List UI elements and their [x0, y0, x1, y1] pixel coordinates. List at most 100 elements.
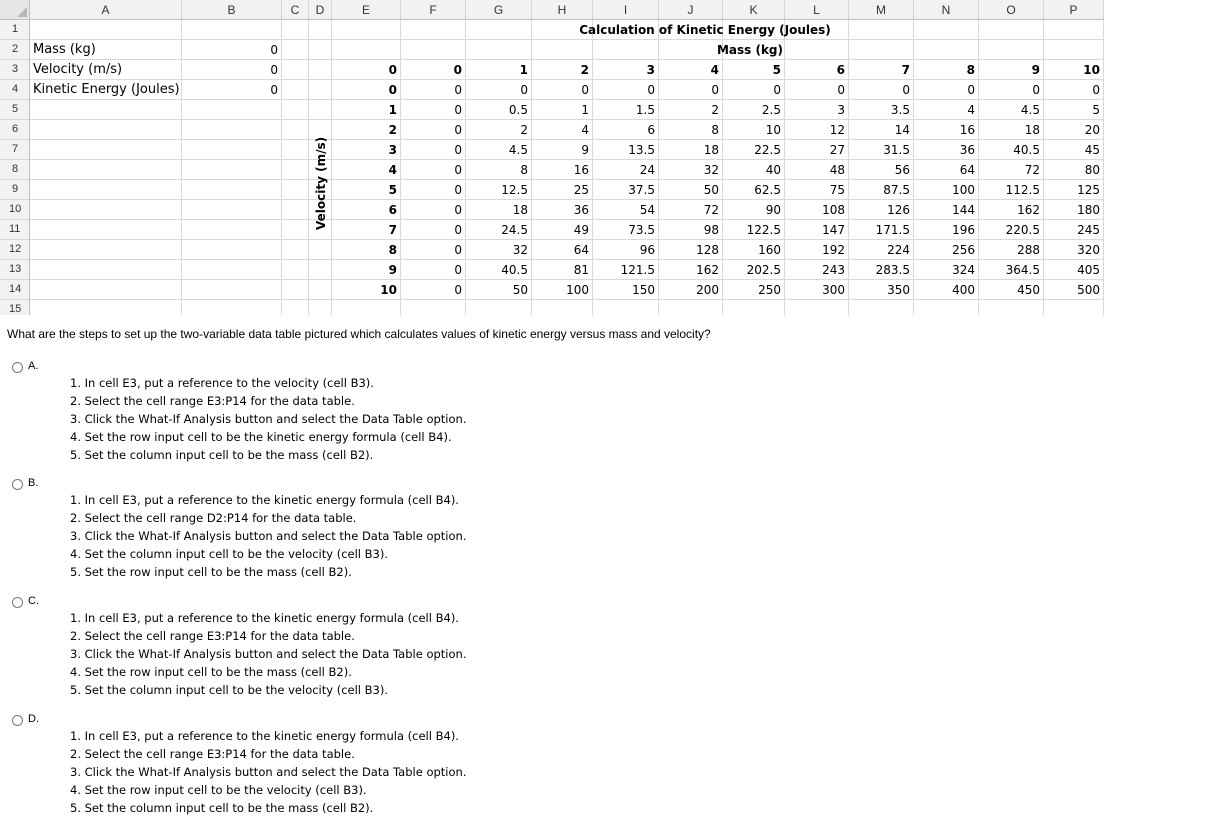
kinetic-energy-cell[interactable]: 288: [979, 240, 1044, 260]
kinetic-energy-cell[interactable]: 0: [401, 200, 466, 220]
mass-header-cell[interactable]: 1: [466, 60, 532, 80]
kinetic-energy-cell[interactable]: 202.5: [723, 260, 785, 280]
kinetic-energy-cell[interactable]: 4.5: [979, 100, 1044, 120]
kinetic-energy-cell[interactable]: 300: [785, 280, 849, 300]
kinetic-energy-cell[interactable]: 1: [532, 100, 593, 120]
kinetic-energy-cell[interactable]: 250: [723, 280, 785, 300]
kinetic-energy-cell[interactable]: 160: [723, 240, 785, 260]
kinetic-energy-cell[interactable]: 0: [401, 180, 466, 200]
kinetic-energy-cell[interactable]: 200: [659, 280, 723, 300]
kinetic-energy-cell[interactable]: 192: [785, 240, 849, 260]
mass-header-cell[interactable]: 9: [979, 60, 1044, 80]
kinetic-energy-cell[interactable]: 13.5: [593, 140, 659, 160]
kinetic-energy-cell[interactable]: 450: [979, 280, 1044, 300]
kinetic-energy-cell[interactable]: 31.5: [849, 140, 914, 160]
kinetic-energy-cell[interactable]: 5: [1044, 100, 1104, 120]
kinetic-energy-cell[interactable]: 32: [466, 240, 532, 260]
kinetic-energy-cell[interactable]: 108: [785, 200, 849, 220]
velocity-value-cell[interactable]: 0: [332, 80, 401, 100]
kinetic-energy-cell[interactable]: 112.5: [979, 180, 1044, 200]
kinetic-energy-cell[interactable]: 48: [785, 160, 849, 180]
kinetic-energy-cell[interactable]: 8: [466, 160, 532, 180]
kinetic-energy-cell[interactable]: 0: [849, 80, 914, 100]
velocity-value-cell[interactable]: 5: [332, 180, 401, 200]
kinetic-energy-cell[interactable]: 40: [723, 160, 785, 180]
mass-header-cell[interactable]: 4: [659, 60, 723, 80]
kinetic-energy-cell[interactable]: 0: [401, 100, 466, 120]
kinetic-energy-cell[interactable]: 0: [785, 80, 849, 100]
kinetic-energy-cell[interactable]: 0: [466, 80, 532, 100]
kinetic-energy-cell[interactable]: 50: [466, 280, 532, 300]
kinetic-energy-cell[interactable]: 75: [785, 180, 849, 200]
kinetic-energy-cell[interactable]: 3.5: [849, 100, 914, 120]
mass-header-cell[interactable]: 6: [785, 60, 849, 80]
kinetic-energy-cell[interactable]: 128: [659, 240, 723, 260]
kinetic-energy-cell[interactable]: 220.5: [979, 220, 1044, 240]
kinetic-energy-cell[interactable]: 320: [1044, 240, 1104, 260]
mass-header-cell[interactable]: 3: [593, 60, 659, 80]
kinetic-energy-cell[interactable]: 122.5: [723, 220, 785, 240]
velocity-value-cell[interactable]: 2: [332, 120, 401, 140]
kinetic-energy-cell[interactable]: 3: [785, 100, 849, 120]
mass-header-cell[interactable]: 7: [849, 60, 914, 80]
kinetic-energy-cell[interactable]: 0: [914, 80, 979, 100]
kinetic-energy-cell[interactable]: 22.5: [723, 140, 785, 160]
kinetic-energy-cell[interactable]: 12.5: [466, 180, 532, 200]
kinetic-energy-cell[interactable]: 49: [532, 220, 593, 240]
label-mass[interactable]: Mass (kg): [30, 40, 182, 60]
mass-header-cell[interactable]: 10: [1044, 60, 1104, 80]
kinetic-energy-cell[interactable]: 54: [593, 200, 659, 220]
label-velocity[interactable]: Velocity (m/s): [30, 60, 182, 80]
kinetic-energy-cell[interactable]: 196: [914, 220, 979, 240]
label-kinetic-energy[interactable]: Kinetic Energy (Joules): [30, 80, 182, 100]
mass-header-cell[interactable]: 2: [532, 60, 593, 80]
kinetic-energy-cell[interactable]: 0: [401, 160, 466, 180]
kinetic-energy-cell[interactable]: 64: [914, 160, 979, 180]
kinetic-energy-cell[interactable]: 98: [659, 220, 723, 240]
kinetic-energy-cell[interactable]: 27: [785, 140, 849, 160]
kinetic-energy-cell[interactable]: 81: [532, 260, 593, 280]
kinetic-energy-cell[interactable]: 40.5: [979, 140, 1044, 160]
velocity-value-cell[interactable]: 1: [332, 100, 401, 120]
input-kinetic-cell[interactable]: 0: [182, 80, 282, 100]
kinetic-energy-cell[interactable]: 2: [466, 120, 532, 140]
kinetic-energy-cell[interactable]: 10: [723, 120, 785, 140]
mass-header-cell[interactable]: 0: [401, 60, 466, 80]
kinetic-energy-cell[interactable]: 72: [979, 160, 1044, 180]
mass-header-cell[interactable]: 8: [914, 60, 979, 80]
radio-button[interactable]: [12, 715, 23, 726]
kinetic-energy-cell[interactable]: 0: [659, 80, 723, 100]
kinetic-energy-cell[interactable]: 2.5: [723, 100, 785, 120]
kinetic-energy-cell[interactable]: 4: [532, 120, 593, 140]
kinetic-energy-cell[interactable]: 162: [659, 260, 723, 280]
kinetic-energy-cell[interactable]: 144: [914, 200, 979, 220]
kinetic-energy-cell[interactable]: 150: [593, 280, 659, 300]
kinetic-energy-cell[interactable]: 9: [532, 140, 593, 160]
kinetic-energy-cell[interactable]: 45: [1044, 140, 1104, 160]
velocity-value-cell[interactable]: 7: [332, 220, 401, 240]
kinetic-energy-cell[interactable]: 180: [1044, 200, 1104, 220]
kinetic-energy-cell[interactable]: 324: [914, 260, 979, 280]
kinetic-energy-cell[interactable]: 16: [914, 120, 979, 140]
kinetic-energy-cell[interactable]: 64: [532, 240, 593, 260]
kinetic-energy-cell[interactable]: 0: [401, 140, 466, 160]
input-mass-cell[interactable]: 0: [182, 40, 282, 60]
kinetic-energy-cell[interactable]: 500: [1044, 280, 1104, 300]
kinetic-energy-cell[interactable]: 2: [659, 100, 723, 120]
kinetic-energy-cell[interactable]: 24: [593, 160, 659, 180]
kinetic-energy-cell[interactable]: 62.5: [723, 180, 785, 200]
kinetic-energy-cell[interactable]: 18: [979, 120, 1044, 140]
kinetic-energy-cell[interactable]: 0: [401, 240, 466, 260]
mass-axis-label[interactable]: Mass (kg): [690, 40, 810, 60]
kinetic-energy-cell[interactable]: 224: [849, 240, 914, 260]
kinetic-energy-cell[interactable]: 0: [532, 80, 593, 100]
radio-button[interactable]: [12, 479, 23, 490]
mass-header-cell[interactable]: 0: [332, 60, 401, 80]
kinetic-energy-cell[interactable]: 125: [1044, 180, 1104, 200]
kinetic-energy-cell[interactable]: 0: [593, 80, 659, 100]
kinetic-energy-cell[interactable]: 245: [1044, 220, 1104, 240]
kinetic-energy-cell[interactable]: 243: [785, 260, 849, 280]
velocity-value-cell[interactable]: 9: [332, 260, 401, 280]
kinetic-energy-cell[interactable]: 96: [593, 240, 659, 260]
kinetic-energy-cell[interactable]: 0: [723, 80, 785, 100]
